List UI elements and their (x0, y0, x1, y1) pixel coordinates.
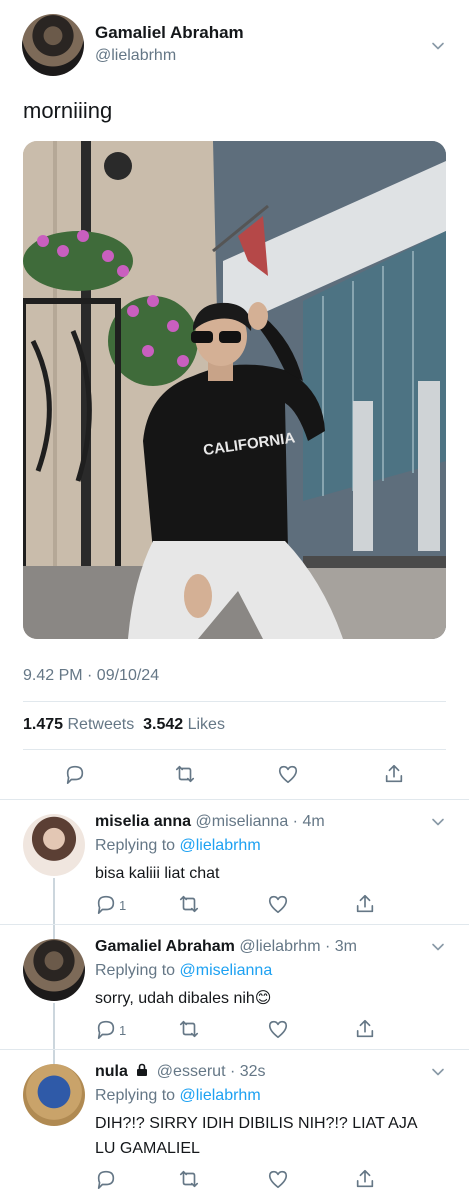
reply-author-name[interactable]: miselia anna (95, 813, 191, 830)
reply-icon[interactable] (95, 1018, 117, 1040)
reply-text: bisa kaliii liat chat (95, 865, 220, 882)
replying-label: Replying to (95, 837, 176, 854)
divider (23, 701, 446, 702)
author-name[interactable]: Gamaliel Abraham (95, 23, 244, 43)
replying-mention[interactable]: @lielabrhm (180, 837, 261, 854)
reply-text-line-2: LU GAMALIEL (95, 1140, 200, 1157)
share-icon[interactable] (383, 763, 405, 785)
chevron-down-icon[interactable] (430, 939, 446, 955)
replying-to: Replying to @lielabrhm (95, 1087, 261, 1105)
reply-avatar[interactable] (23, 814, 85, 876)
tweet-timestamp[interactable]: 9.42 PM · 09/10/24 (23, 667, 159, 685)
reply-avatar[interactable] (23, 939, 85, 1001)
retweet-icon[interactable] (178, 893, 200, 915)
thread-line (53, 925, 55, 939)
reply-header[interactable]: Gamaliel Abraham @lielabrhm · 3m (95, 938, 357, 956)
replying-label: Replying to (95, 1087, 176, 1104)
retweets-label[interactable]: Retweets (68, 716, 135, 733)
reply-count: 1 (119, 1023, 127, 1038)
smile-emoji: 😊 (254, 990, 272, 1007)
thread-line (53, 878, 55, 925)
retweet-icon[interactable] (174, 763, 196, 785)
reply-icon[interactable] (64, 763, 86, 785)
reply-header[interactable]: miselia anna @miselianna · 4m (95, 813, 325, 831)
share-icon[interactable] (354, 1018, 376, 1040)
reply-header[interactable]: nula @esserut · 32s (95, 1063, 266, 1081)
reply-icon[interactable] (95, 1168, 117, 1190)
reply-count: 1 (119, 898, 127, 913)
like-icon[interactable] (267, 893, 289, 915)
tweet-text: morniiing (23, 98, 113, 123)
reply-text: sorry, udah dibales nih😊 (95, 988, 271, 1010)
retweet-icon[interactable] (178, 1018, 200, 1040)
likes-label[interactable]: Likes (188, 716, 225, 733)
likes-count[interactable]: 3.542 (143, 716, 183, 733)
reply-icon[interactable] (95, 893, 117, 915)
reply-handle-time[interactable]: @esserut · 32s (157, 1063, 266, 1080)
thread-line (53, 1003, 55, 1050)
thread-line (53, 1050, 55, 1064)
replying-mention[interactable]: @miselianna (180, 962, 273, 979)
share-icon[interactable] (354, 893, 376, 915)
like-icon[interactable] (267, 1168, 289, 1190)
reply-item[interactable]: nula @esserut · 32s Replying to @lielabr… (0, 1050, 469, 1200)
lock-icon (137, 1063, 148, 1076)
tweet-photo[interactable]: CALIFORNIA (23, 141, 446, 639)
retweet-icon[interactable] (178, 1168, 200, 1190)
share-icon[interactable] (354, 1168, 376, 1190)
reply-text-body: sorry, udah dibales nih (95, 990, 255, 1007)
reply-text-line-1: DIH?!? SIRRY IDIH DIBILIS NIH?!? LIAT AJ… (95, 1115, 418, 1132)
author-handle[interactable]: @lielabrhm (95, 47, 176, 65)
like-icon[interactable] (277, 763, 299, 785)
divider (23, 749, 446, 750)
reply-item[interactable]: miselia anna @miselianna · 4m Replying t… (0, 800, 469, 925)
replying-label: Replying to (95, 962, 176, 979)
reply-item[interactable]: Gamaliel Abraham @lielabrhm · 3m Replyin… (0, 925, 469, 1050)
reply-author-name[interactable]: nula (95, 1063, 128, 1080)
replying-to: Replying to @miselianna (95, 962, 272, 980)
replying-mention[interactable]: @lielabrhm (180, 1087, 261, 1104)
chevron-down-icon[interactable] (430, 38, 446, 54)
like-icon[interactable] (267, 1018, 289, 1040)
chevron-down-icon[interactable] (430, 814, 446, 830)
reply-handle-time[interactable]: @miselianna · 4m (196, 813, 325, 830)
retweets-count[interactable]: 1.475 (23, 716, 63, 733)
reply-avatar[interactable] (23, 1064, 85, 1126)
chevron-down-icon[interactable] (430, 1064, 446, 1080)
reply-handle-time[interactable]: @lielabrhm · 3m (239, 938, 357, 955)
photo-illustration: CALIFORNIA (23, 141, 446, 639)
reply-author-name[interactable]: Gamaliel Abraham (95, 938, 235, 955)
tweet-stats: 1.475 Retweets 3.542 Likes (23, 716, 225, 734)
author-avatar[interactable] (22, 14, 84, 76)
replying-to: Replying to @lielabrhm (95, 837, 261, 855)
